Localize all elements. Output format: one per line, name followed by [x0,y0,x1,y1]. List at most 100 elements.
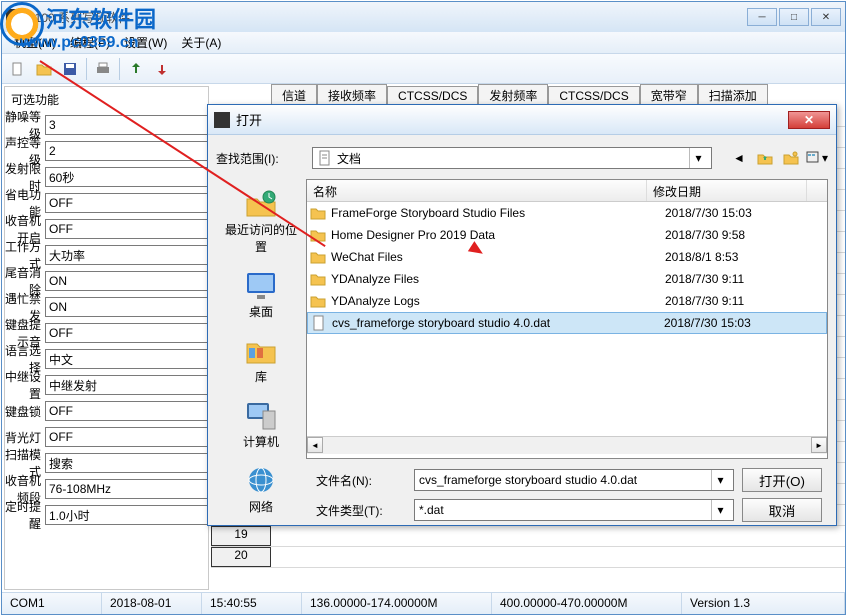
view-menu-icon[interactable]: ▾ [806,147,828,169]
recent-icon [243,187,279,219]
grid-header: 信道 接收频率 CTCSS/DCS 发射频率 CTCSS/DCS 宽带窄 扫描添… [211,84,845,106]
table-row[interactable]: 20 [211,547,845,568]
file-icon [310,315,328,331]
file-row[interactable]: YDAnalyze Logs2018/7/30 9:11 [307,290,827,312]
filetype-label: 文件类型(T): [316,502,406,519]
up-folder-icon[interactable] [754,147,776,169]
dialog-titlebar: 打开 ✕ [208,105,836,135]
status-time: 15:40:55 [202,593,302,614]
setting-input[interactable] [45,297,208,317]
chevron-down-icon: ▾ [711,470,729,490]
setting-input[interactable] [45,453,208,473]
tab-scan[interactable]: 扫描添加 [698,84,768,106]
file-row[interactable]: cvs_frameforge storyboard studio 4.0.dat… [307,312,827,334]
lookin-combo[interactable]: 文档 ▾ [312,147,712,169]
menu-model[interactable]: 机型(M) [8,32,62,53]
new-icon[interactable] [6,57,30,81]
tab-channel[interactable]: 信道 [271,84,317,106]
open-icon[interactable] [32,57,56,81]
place-desktop[interactable]: 桌面 [221,265,301,324]
setting-input[interactable] [45,167,208,187]
place-library[interactable]: 库 [221,330,301,389]
tab-rx-ctcss[interactable]: CTCSS/DCS [387,86,478,105]
setting-input[interactable] [45,349,208,369]
print-icon[interactable] [91,57,115,81]
setting-input[interactable] [45,401,208,421]
places-bar: 最近访问的位置 桌面 库 计算机 网络 [216,179,306,459]
read-icon[interactable] [124,57,148,81]
folder-icon [309,293,327,309]
file-name: Home Designer Pro 2019 Data [331,228,665,242]
dialog-close-button[interactable]: ✕ [788,111,830,129]
save-icon[interactable] [58,57,82,81]
menubar: 机型(M) 编程(P) 设置(W) 关于(A) [2,32,845,54]
minimize-button[interactable]: ─ [747,8,777,26]
setting-input[interactable] [45,479,208,499]
file-date: 2018/7/30 15:03 [665,206,825,220]
document-icon [317,150,333,166]
setting-input[interactable] [45,427,208,447]
maximize-button[interactable]: □ [779,8,809,26]
file-row[interactable]: FrameForge Storyboard Studio Files2018/7… [307,202,827,224]
status-freq2: 400.00000-470.00000M [492,593,682,614]
file-name: YDAnalyze Logs [331,294,665,308]
tab-tx-ctcss[interactable]: CTCSS/DCS [548,86,639,105]
setting-label: 中继设置 [5,368,45,402]
titlebar: 9100 系列写频软件 ─ □ ✕ [2,2,845,32]
file-row[interactable]: Home Designer Pro 2019 Data2018/7/30 9:5… [307,224,827,246]
chevron-down-icon: ▾ [689,148,707,168]
statusbar: COM1 2018-08-01 15:40:55 136.00000-174.0… [2,592,845,614]
lookin-value: 文档 [337,150,689,167]
setting-label: 背光灯 [5,429,45,446]
scroll-right-icon[interactable]: ► [811,437,827,453]
setting-input[interactable] [45,193,208,213]
close-button[interactable]: ✕ [811,8,841,26]
setting-input[interactable] [45,505,208,525]
file-row[interactable]: YDAnalyze Files2018/7/30 9:11 [307,268,827,290]
file-date: 2018/8/1 8:53 [665,250,825,264]
cancel-button[interactable]: 取消 [742,498,822,522]
scroll-left-icon[interactable]: ◄ [307,437,323,453]
tab-band[interactable]: 宽带窄 [640,84,698,106]
menu-about[interactable]: 关于(A) [175,32,227,53]
open-file-dialog: 打开 ✕ 查找范围(I): 文档 ▾ ◄ ▾ 最近访问的位置 [207,104,837,526]
setting-input[interactable] [45,375,208,395]
setting-input[interactable] [45,115,208,135]
file-date: 2018/7/30 9:58 [665,228,825,242]
setting-input[interactable] [45,245,208,265]
toolbar [2,54,845,84]
setting-row: 键盘锁 [5,398,208,424]
dialog-title: 打开 [236,110,262,129]
open-button[interactable]: 打开(O) [742,468,822,492]
file-date: 2018/7/30 9:11 [665,272,825,286]
setting-input[interactable] [45,219,208,239]
tab-tx-freq[interactable]: 发射频率 [478,84,548,106]
filename-input[interactable]: cvs_frameforge storyboard studio 4.0.dat… [414,469,734,491]
place-network[interactable]: 网络 [221,460,301,519]
setting-label: 定时提醒 [5,498,45,532]
setting-label: 键盘锁 [5,403,45,420]
status-port: COM1 [2,593,102,614]
menu-settings[interactable]: 设置(W) [118,32,173,53]
folder-icon [309,227,327,243]
horizontal-scrollbar[interactable]: ◄ ► [307,436,827,454]
filename-label: 文件名(N): [316,472,406,489]
setting-input[interactable] [45,141,208,161]
setting-input[interactable] [45,323,208,343]
tab-rx-freq[interactable]: 接收频率 [317,84,387,106]
new-folder-icon[interactable] [780,147,802,169]
filetype-combo[interactable]: *.dat ▾ [414,499,734,521]
write-icon[interactable] [150,57,174,81]
place-computer[interactable]: 计算机 [221,395,301,454]
column-date[interactable]: 修改日期 [647,180,807,201]
status-freq1: 136.00000-174.00000M [302,593,492,614]
file-row[interactable]: WeChat Files2018/8/1 8:53 [307,246,827,268]
file-list: 名称 修改日期 FrameForge Storyboard Studio Fil… [306,179,828,459]
back-icon[interactable]: ◄ [728,147,750,169]
setting-input[interactable] [45,271,208,291]
file-name: YDAnalyze Files [331,272,665,286]
place-recent[interactable]: 最近访问的位置 [221,183,301,259]
status-date: 2018-08-01 [102,593,202,614]
column-name[interactable]: 名称 [307,180,647,201]
menu-program[interactable]: 编程(P) [64,32,116,53]
